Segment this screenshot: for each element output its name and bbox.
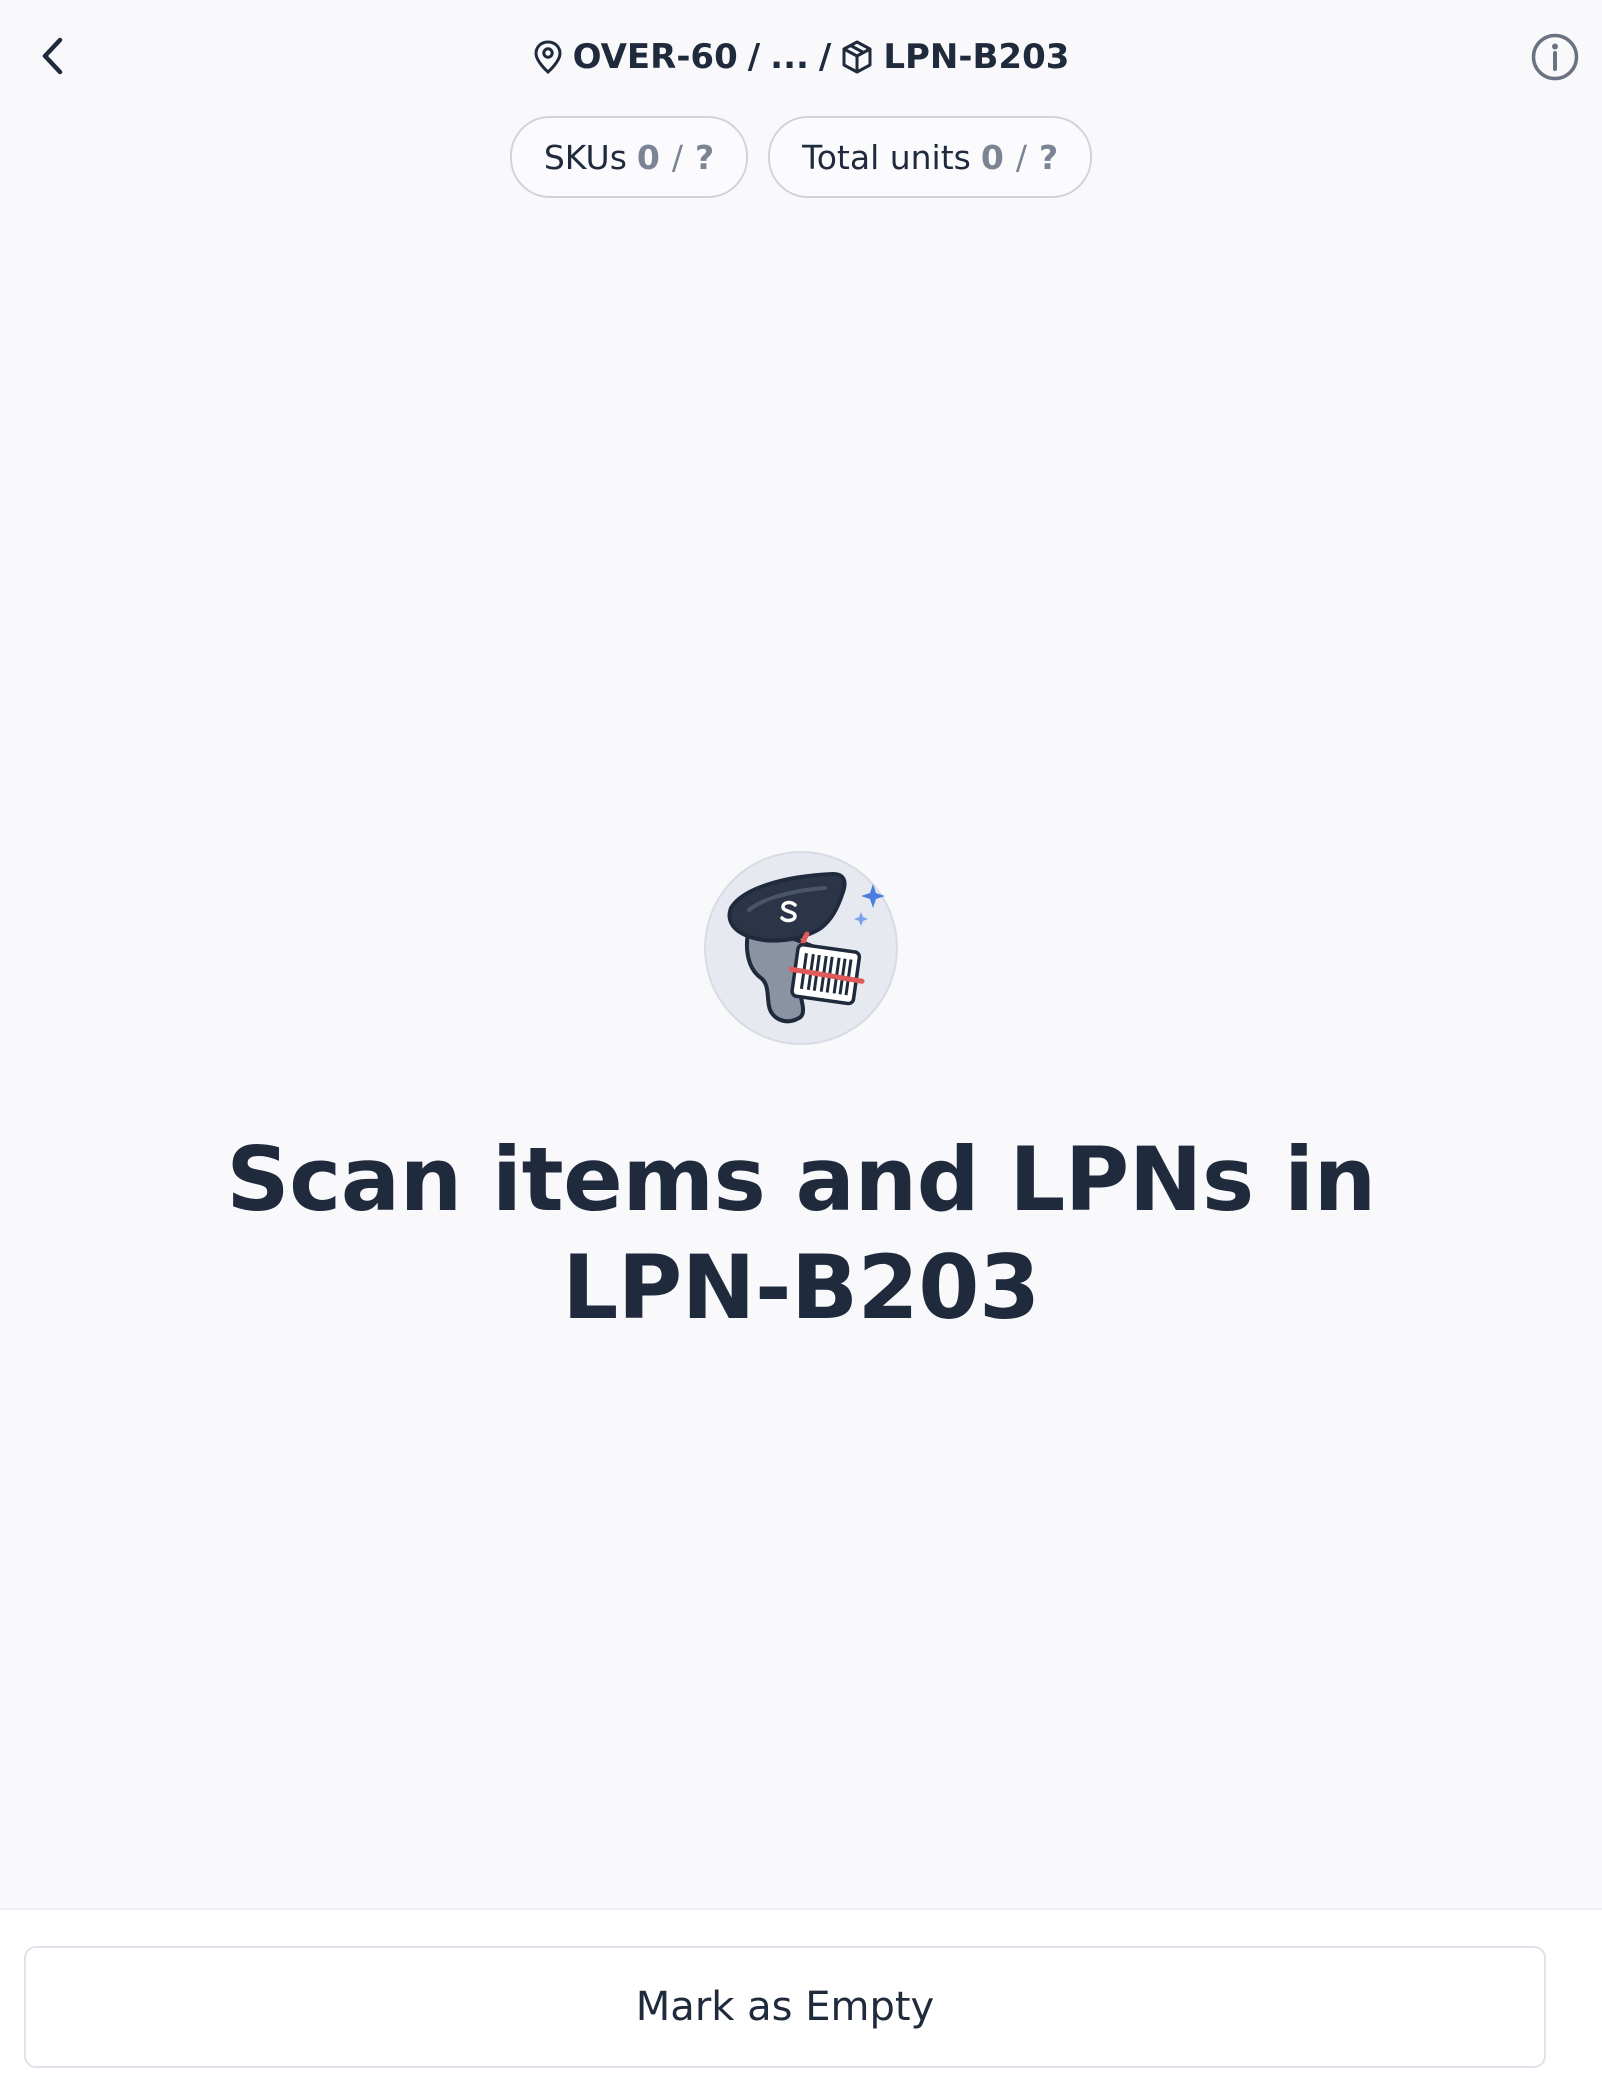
units-label: Total units	[802, 137, 971, 177]
package-icon	[841, 40, 873, 74]
units-total: ?	[1038, 137, 1059, 177]
units-separator: /	[1015, 137, 1027, 177]
units-count: 0	[980, 137, 1004, 177]
top-bar: OVER-60 / ... / LPN-B203	[0, 0, 1602, 112]
breadcrumb-location-label: OVER-60	[572, 37, 738, 77]
skus-count: 0	[636, 137, 660, 177]
breadcrumb-location[interactable]: OVER-60	[533, 37, 738, 77]
mark-as-empty-label: Mark as Empty	[635, 1984, 935, 2030]
skus-chip: SKUs 0 / ?	[509, 116, 749, 198]
headline-line-2: LPN-B203	[562, 1236, 1040, 1339]
skus-label: SKUs	[543, 137, 627, 177]
units-chip: Total units 0 / ?	[768, 116, 1093, 198]
breadcrumb: OVER-60 / ... / LPN-B203	[0, 30, 1602, 84]
stats-chips: SKUs 0 / ? Total units 0 / ?	[0, 116, 1602, 198]
headline-line-1: Scan items and LPNs in	[226, 1128, 1376, 1231]
bottom-action-bar: Mark as Empty	[0, 1908, 1602, 2082]
page-title: Scan items and LPNs in LPN-B203	[0, 1126, 1602, 1342]
skus-separator: /	[671, 137, 684, 177]
barcode-scanner-icon	[703, 850, 899, 1046]
info-circle-icon	[1531, 33, 1579, 81]
breadcrumb-ellipsis[interactable]: ...	[770, 37, 809, 77]
breadcrumb-separator: /	[818, 37, 832, 77]
breadcrumb-separator: /	[747, 37, 761, 77]
location-pin-icon	[533, 40, 563, 74]
info-button[interactable]	[1528, 30, 1582, 84]
mark-as-empty-button[interactable]: Mark as Empty	[24, 1946, 1546, 2068]
breadcrumb-container-label: LPN-B203	[883, 37, 1070, 77]
skus-total: ?	[695, 137, 715, 177]
breadcrumb-container: LPN-B203	[841, 37, 1069, 77]
